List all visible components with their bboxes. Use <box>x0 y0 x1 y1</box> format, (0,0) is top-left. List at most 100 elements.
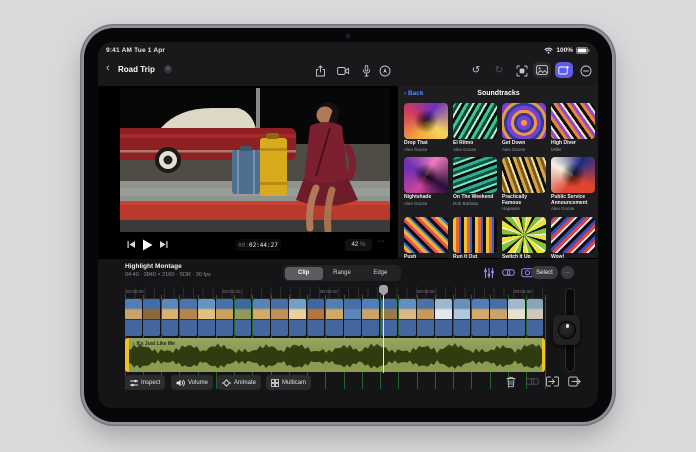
volume-button[interactable]: Volume <box>171 375 213 390</box>
clip-audio-band <box>362 319 379 336</box>
timeline-clip[interactable] <box>289 299 306 336</box>
soundtrack-art[interactable] <box>551 103 595 139</box>
soundtrack-item[interactable]: Get DownAlex Goose <box>502 103 546 152</box>
timeline-clip[interactable] <box>216 299 233 336</box>
video-frame[interactable] <box>120 88 390 232</box>
soundtrack-item[interactable]: Public Service AnnouncementAlex Goose <box>551 157 595 212</box>
share-icon[interactable] <box>313 64 327 78</box>
clip-thumbnail <box>253 299 270 319</box>
skip-forward-icon[interactable] <box>159 240 168 249</box>
inspect-button[interactable]: Inspect <box>125 375 165 390</box>
select-button[interactable]: Select <box>531 266 558 279</box>
timeline-clip[interactable] <box>308 299 325 336</box>
delete-icon[interactable] <box>506 376 520 389</box>
camera-icon[interactable] <box>336 64 350 78</box>
clip-audio-band <box>490 319 507 336</box>
timeline-clip[interactable] <box>125 299 142 336</box>
primary-storyline[interactable] <box>125 299 545 336</box>
soundtrack-item[interactable]: Drop ThatAlex Goose <box>404 103 448 152</box>
microphone-icon[interactable] <box>359 64 373 78</box>
soundtracks-browser-button[interactable] <box>555 62 573 78</box>
jog-dial-icon <box>558 321 576 339</box>
soundtrack-art[interactable] <box>453 103 497 139</box>
connect-clips-icon[interactable] <box>502 267 515 279</box>
timeline-clip[interactable] <box>399 299 416 336</box>
trim-handle-right[interactable] <box>542 338 546 372</box>
timeline-clip[interactable] <box>362 299 379 336</box>
soundtrack-item[interactable]: NightshadeAlex Goose <box>404 157 448 212</box>
soundtrack-art[interactable] <box>502 217 546 253</box>
timeline-clip[interactable] <box>527 299 544 336</box>
jog-wheel[interactable] <box>553 315 580 345</box>
music-note-icon: ♪ <box>132 341 135 347</box>
media-browser-button[interactable] <box>533 62 551 78</box>
clip-thumbnail <box>162 299 179 319</box>
clip-thumbnail <box>362 299 379 319</box>
soundtrack-item[interactable]: Practically FamousHapasan <box>502 157 546 212</box>
viewer-zoom-control[interactable]: 42 % <box>345 239 372 251</box>
soundtrack-art[interactable] <box>551 217 595 253</box>
trim-handle-left[interactable] <box>125 338 129 372</box>
timeline-clip[interactable] <box>326 299 343 336</box>
clip-audio-band <box>508 319 525 336</box>
timeline-more-button[interactable]: ··· <box>561 266 574 279</box>
timeline-clip[interactable] <box>417 299 434 336</box>
timeline-clip[interactable] <box>435 299 452 336</box>
viewer-more-icon[interactable]: ··· <box>377 238 386 245</box>
playhead[interactable] <box>383 287 384 373</box>
soundtrack-item[interactable]: On The WeekendRob Barbato <box>453 157 497 212</box>
soundtrack-art[interactable] <box>404 157 448 193</box>
soundtrack-art[interactable] <box>453 157 497 193</box>
capture-compass-icon[interactable] <box>378 64 392 78</box>
timeline-clip[interactable] <box>472 299 489 336</box>
soundtrack-artist: Alex Goose <box>551 206 595 212</box>
soundtrack-art[interactable] <box>453 217 497 253</box>
timeline-clip[interactable] <box>143 299 160 336</box>
play-button[interactable] <box>142 239 153 251</box>
clip-audio-band <box>326 319 343 336</box>
soundtrack-art[interactable] <box>551 157 595 193</box>
insert-clip-icon[interactable] <box>546 376 560 389</box>
project-menu-chevron-icon[interactable]: ⌄ <box>164 65 172 73</box>
timecode-display[interactable]: 00:02:44:27 <box>235 239 281 251</box>
audio-clip[interactable]: ♪ It's Just Like Me <box>125 338 545 372</box>
soundtrack-art[interactable] <box>502 157 546 193</box>
mode-range[interactable]: Range <box>323 267 361 280</box>
overwrite-clip-icon[interactable] <box>568 376 582 389</box>
timeline-clip[interactable] <box>198 299 215 336</box>
timeline-clip[interactable] <box>344 299 361 336</box>
back-chevron-icon[interactable]: ‹ <box>106 63 110 74</box>
top-bar: 9:41 AM Tue 1 Apr 100% <box>98 42 598 86</box>
multicam-button[interactable]: Multicam <box>266 375 311 390</box>
timeline-clip[interactable] <box>490 299 507 336</box>
project-title[interactable]: Road Trip <box>118 65 155 74</box>
audio-clip-label: ♪ It's Just Like Me <box>132 341 175 347</box>
clip-audio-band <box>143 319 160 336</box>
skip-back-icon[interactable] <box>127 240 136 249</box>
extract-icon[interactable] <box>526 376 540 389</box>
timeline-clip[interactable] <box>162 299 179 336</box>
timeline-clip[interactable] <box>235 299 252 336</box>
clip-audio-band <box>454 319 471 336</box>
status-bar: 9:41 AM Tue 1 Apr 100% <box>106 45 590 56</box>
remove-panel-icon[interactable] <box>579 64 593 78</box>
viewer-options-icon[interactable] <box>515 64 529 78</box>
soundtrack-art[interactable] <box>404 103 448 139</box>
edit-mode-segmented-control: Clip Range Edge <box>283 265 401 281</box>
timeline-clip[interactable] <box>508 299 525 336</box>
soundtrack-item[interactable]: High DiverMiller <box>551 103 595 152</box>
timeline-clip[interactable] <box>180 299 197 336</box>
timeline-clip[interactable] <box>271 299 288 336</box>
animate-button[interactable]: Animate <box>217 375 261 390</box>
timeline-clip[interactable] <box>253 299 270 336</box>
mode-clip[interactable]: Clip <box>285 267 323 280</box>
timeline-clip[interactable] <box>454 299 471 336</box>
clip-audio-band <box>289 319 306 336</box>
mode-edge[interactable]: Edge <box>361 267 399 280</box>
clip-appearance-icon[interactable] <box>483 267 496 279</box>
soundtrack-art[interactable] <box>502 103 546 139</box>
soundtrack-item[interactable]: El RitmoAlex Goose <box>453 103 497 152</box>
undo-icon[interactable]: ↺ <box>469 64 483 78</box>
redo-icon[interactable]: ↻ <box>492 64 506 78</box>
soundtrack-art[interactable] <box>404 217 448 253</box>
